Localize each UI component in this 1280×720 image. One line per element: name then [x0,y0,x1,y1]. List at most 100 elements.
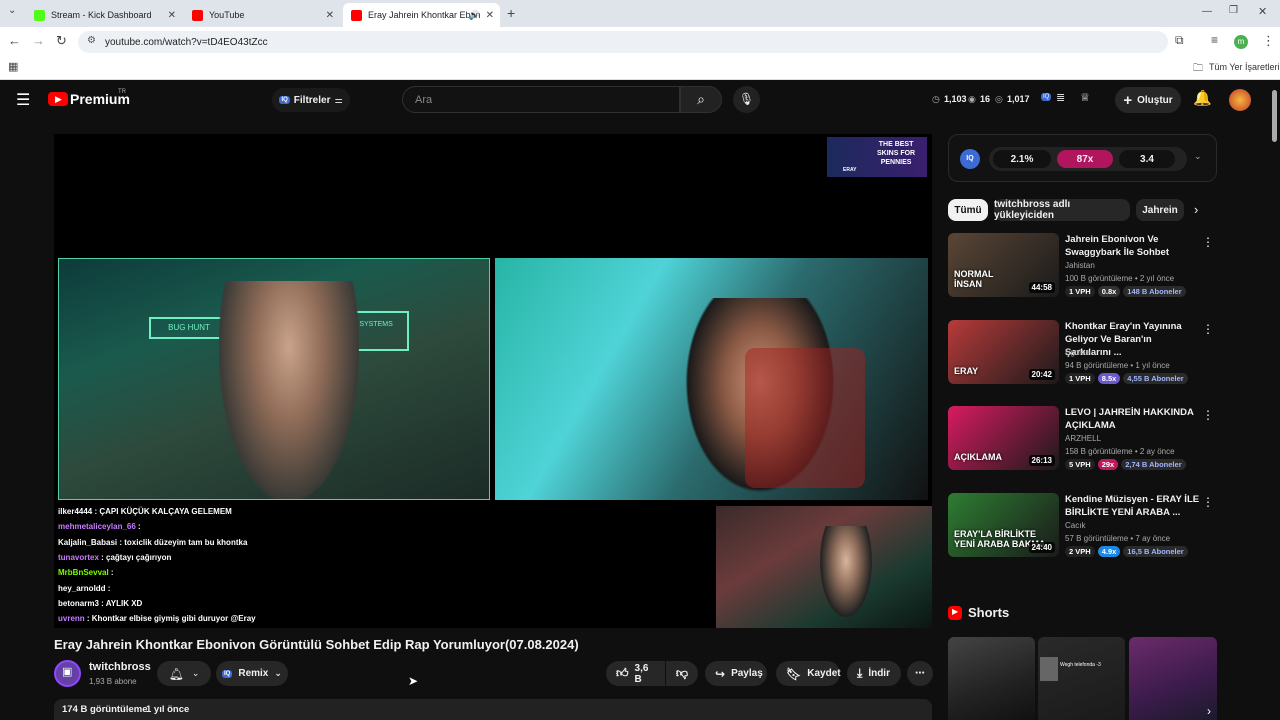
new-tab-icon[interactable]: + [507,5,515,21]
related-video-item[interactable]: ERAY 20:42 Khontkar Eray'ın Yayınına Geliy… [948,319,1218,390]
metric-value: 87x [1076,153,1094,165]
tab-kick-dashboard[interactable]: Stream - Kick Dashboard ✕ [26,3,182,27]
ad-line: PENNIES [880,159,912,166]
close-tab-icon[interactable]: ✕ [326,10,334,21]
vidiq-icon[interactable]: IQ [1041,93,1052,101]
channel-avatar[interactable]: ▣ [54,660,81,687]
video-title[interactable]: LEVO | JAHREİN HAKKINDA AÇIKLAMA [1065,406,1200,432]
video-channel[interactable]: Cacık [1065,521,1085,530]
close-tab-icon[interactable]: ✕ [486,10,494,21]
vidiq-logo-icon[interactable]: IQ [960,149,980,169]
short-thumbnail[interactable]: › [1129,637,1217,720]
close-tab-icon[interactable]: ✕ [168,10,176,21]
window-close-icon[interactable]: ✕ [1258,5,1267,18]
chat-message: Kaljalin_Babasi : toxiclik düzeyim tam b… [58,538,247,547]
voice-search-button[interactable]: 🎙 [733,86,760,113]
chat-username[interactable]: Kaljalin_Babasi [58,538,117,547]
search-icon: ⌕ [697,91,705,107]
tab-label: Stream - Kick Dashboard [51,10,152,20]
all-bookmarks-link[interactable]: Tüm Yer İşaretleri [1209,62,1280,72]
tab-search-icon[interactable]: ⌄ [8,5,16,16]
video-player[interactable]: BUG HUNT ALL SYSTEMS THE BEST SKINS FOR … [54,134,932,628]
list-icon[interactable]: ≣ [1056,91,1065,104]
reload-icon[interactable]: ↻ [56,33,67,49]
related-video-item[interactable]: ERAY'LA BİRLİKTE YENİ ARABA BAKMA24:40Ke… [948,493,1218,563]
trophy-icon[interactable]: ♕ [1080,91,1090,104]
search-input[interactable]: Ara [402,86,680,113]
reading-list-icon[interactable]: ≡ [1211,33,1218,47]
related-video-item[interactable]: NORMAL İNSAN 44:58 Jahrein Ebonivon Ve Swa… [948,233,1218,303]
like-button[interactable]: 👍︎ 3,6 B [606,661,665,686]
video-title[interactable]: Jahrein Ebonivon Ve Swaggybark İle Sohbe… [1065,233,1200,259]
filters-button[interactable]: IQ Filtreler ⚌ [272,88,350,112]
create-button[interactable]: + Oluştur [1115,87,1181,113]
video-duration: 26:13 [1028,455,1055,467]
tab-current-video[interactable]: Eray Jahrein Khontkar Ebon 🔊 ✕ [343,3,500,27]
audio-playing-icon[interactable]: 🔊 [469,10,480,21]
minimize-icon[interactable]: — [1202,6,1212,17]
ad-banner[interactable]: THE BEST SKINS FOR PENNIES ERAY [827,137,927,177]
back-icon[interactable]: ← [8,33,21,48]
chat-username[interactable]: ilker4444 [58,507,92,516]
channel-name[interactable]: twitchbross [89,661,151,673]
chip-all[interactable]: Tümü [948,199,988,221]
more-vertical-icon[interactable]: ⋮ [1202,322,1214,336]
forward-icon[interactable]: → [32,33,45,48]
related-video-item[interactable]: AÇIKLAMA 26:13 LEVO | JAHREİN HAKKINDA AÇI… [948,406,1218,476]
metric-score[interactable]: 3.4 [1119,150,1175,168]
chevron-right-icon[interactable]: › [1207,704,1211,718]
download-button[interactable]: ⤓ İndir [847,661,901,686]
more-vertical-icon[interactable]: ⋮ [1202,495,1214,509]
site-settings-icon[interactable]: ⚙ [87,35,96,46]
chevron-down-icon[interactable]: ⌄ [1194,151,1202,162]
remix-button[interactable]: IQ Remix ⌄ [216,661,288,686]
video-thumbnail[interactable]: ERAY 20:42 [948,319,1059,384]
chip-jahrein[interactable]: Jahrein [1136,199,1184,221]
video-meta: 100 B görüntüleme • 2 yıl önce [1065,274,1175,283]
video-channel[interactable]: ARZHELL [1065,434,1101,443]
video-thumbnail[interactable]: ERAY'LA BİRLİKTE YENİ ARABA BAKMA24:40 [948,493,1059,558]
tab-youtube[interactable]: YouTube ✕ [184,3,340,27]
kick-favicon-icon [34,9,45,21]
more-vertical-icon[interactable]: ⋮ [1202,235,1214,249]
subscription-bell-button[interactable]: 🔔︎ ⌄ [157,661,211,686]
search-button[interactable]: ⌕ [680,86,722,113]
chat-username[interactable]: mehmetaliceylan_66 [58,522,136,531]
save-button[interactable]: 🔖︎ Kaydet [776,661,841,686]
chat-username[interactable]: tunavortex [58,553,99,562]
chevron-right-icon[interactable]: › [1194,202,1198,217]
youtube-logo-icon[interactable]: ▶ [48,92,68,106]
restore-icon[interactable]: ❐ [1229,5,1238,16]
share-button[interactable]: ↪ Paylaş [705,661,767,686]
video-channel[interactable]: Egolee [1065,348,1090,357]
metric-outlier[interactable]: 87x [1057,150,1113,168]
apps-grid-icon[interactable]: ▦ [8,60,18,73]
extensions-icon[interactable]: ⧉ [1175,33,1184,48]
short-thumbnail[interactable]: Wegh telefonda -3 [1038,637,1125,720]
vidiq-metrics-panel: IQ 2.1% 87x 3.4 ⌄ [948,134,1217,182]
profile-avatar[interactable]: m [1234,35,1248,49]
url-field[interactable]: ⚙ youtube.com/watch?v=tD4EO43tZcc [78,31,1168,53]
more-actions-button[interactable]: ⋯ [907,661,933,686]
page-scrollbar[interactable] [1271,82,1278,720]
video-channel[interactable]: Jahistan [1065,261,1095,270]
chat-username[interactable]: betonarm3 [58,599,99,608]
hamburger-menu-icon[interactable]: ☰ [16,90,30,110]
chip-uploader[interactable]: twitchbross adlı yükleyiciden [994,199,1130,221]
video-title[interactable]: Kendine Müzisyen - ERAY İLE BİRLİKTE YEN… [1065,493,1200,519]
video-thumbnail[interactable]: AÇIKLAMA 26:13 [948,406,1059,471]
more-vertical-icon[interactable]: ⋮ [1202,408,1214,422]
chat-username[interactable]: hey_arnoldd [58,584,106,593]
chat-username[interactable]: MrbBnSevval [58,568,109,577]
metric-engagement[interactable]: 2.1% [993,150,1051,168]
notifications-bell-icon[interactable]: 🔔 [1193,89,1212,107]
browser-menu-icon[interactable]: ⋮ [1262,33,1275,49]
account-avatar[interactable] [1229,89,1251,111]
video-thumbnail[interactable]: NORMAL İNSAN 44:58 [948,233,1059,297]
short-thumbnail[interactable] [948,637,1035,720]
dislike-button[interactable]: 👎︎ [666,661,698,686]
tab-label: Eray Jahrein Khontkar Ebon [368,10,481,20]
scrollbar-thumb[interactable] [1272,90,1277,142]
chat-username[interactable]: uvrenn [58,614,85,623]
description-box[interactable]: 174 B görüntüleme 1 yıl önce [54,699,932,720]
